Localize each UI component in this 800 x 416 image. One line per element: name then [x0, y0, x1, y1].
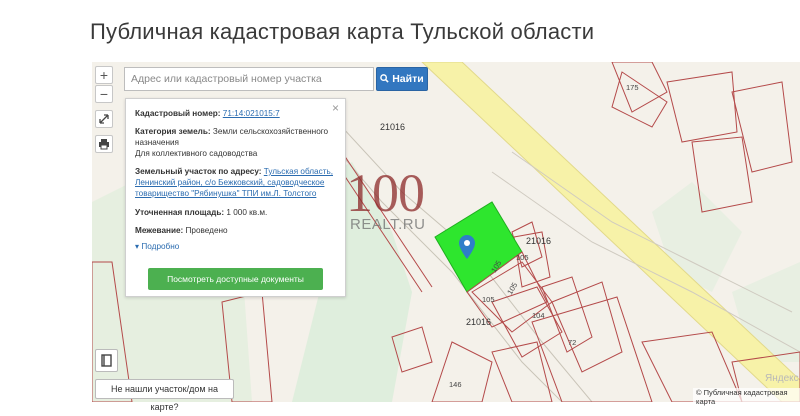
watermark-site: REALT.RU	[350, 216, 426, 233]
bookmark-button[interactable]	[95, 349, 118, 372]
fullscreen-icon	[99, 114, 109, 124]
plot-label: 175	[626, 83, 639, 92]
land-use-value: Для коллективного садоводства	[135, 149, 258, 158]
plot-label: 105	[516, 253, 529, 262]
parcel-info-card: × Кадастровый номер: 71:14:021015:7 Кате…	[125, 98, 346, 297]
fullscreen-button[interactable]	[95, 110, 113, 128]
search-button-label: Найти	[392, 73, 424, 85]
plot-label: 105	[482, 295, 495, 304]
category-row: Категория земель: Земли сельскохозяйстве…	[135, 126, 337, 148]
watermark-number: 100	[346, 163, 425, 223]
selected-plot	[434, 201, 523, 293]
area-row: Уточненная площадь: 1 000 кв.м.	[135, 207, 337, 218]
plot-label: 146	[449, 380, 462, 389]
view-documents-button[interactable]: Посмотреть доступные документы	[148, 268, 323, 290]
location-marker-icon[interactable]	[459, 235, 475, 259]
search-icon	[380, 74, 389, 83]
plot-label: 72	[568, 338, 577, 347]
survey-row: Межевание: Проведено	[135, 225, 337, 236]
area-label: Уточненная площадь:	[135, 208, 225, 217]
cadastral-row: Кадастровый номер: 71:14:021015:7	[135, 108, 337, 119]
details-label: Подробно	[141, 242, 180, 251]
cadastral-number-link[interactable]: 71:14:021015:7	[223, 109, 280, 118]
survey-label: Межевание:	[135, 226, 184, 235]
survey-value: Проведено	[185, 226, 228, 235]
road-label: 21016	[466, 317, 492, 327]
caret-down-icon: ▾	[135, 242, 140, 251]
search-input[interactable]: Адрес или кадастровый номер участка	[124, 67, 374, 91]
address-label: Земельный участок по адресу:	[135, 167, 262, 176]
not-found-button[interactable]: Не нашли участок/дом на карте?	[95, 379, 234, 412]
details-toggle[interactable]: ▾ Подробно	[135, 241, 337, 252]
search-button[interactable]: Найти	[376, 67, 428, 91]
bookmark-icon	[101, 354, 112, 367]
print-button[interactable]	[95, 135, 113, 153]
plot-label: 104	[532, 311, 545, 320]
print-icon	[99, 139, 109, 150]
category-label: Категория земель:	[135, 127, 211, 136]
page-title: Публичная кадастровая карта Тульской обл…	[90, 19, 595, 44]
address-row: Земельный участок по адресу: Тульская об…	[135, 166, 337, 199]
road-label: 21016	[380, 122, 406, 132]
map-provider-label: Яндекс	[765, 373, 799, 384]
area-value: 1 000 кв.м.	[226, 208, 268, 217]
zoom-out-button[interactable]: −	[95, 85, 113, 103]
zoom-in-button[interactable]: +	[95, 66, 113, 84]
road-label: 21016	[526, 236, 552, 246]
cadastral-label: Кадастровый номер:	[135, 109, 221, 118]
attribution-link[interactable]: © Публичная кадастровая карта	[693, 388, 800, 406]
